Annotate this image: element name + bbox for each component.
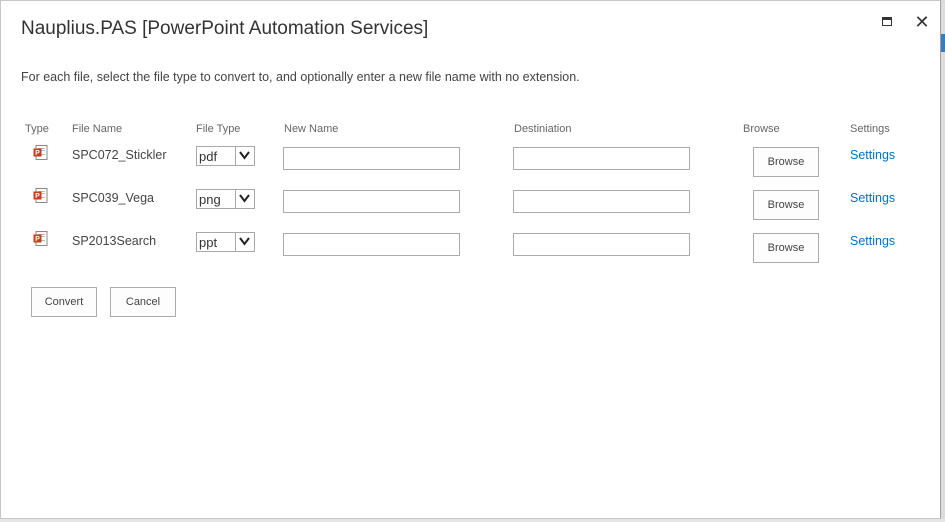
destination-input[interactable] — [513, 190, 690, 213]
browse-button[interactable]: Browse — [753, 233, 819, 263]
conversion-dialog: Nauplius.PAS [PowerPoint Automation Serv… — [0, 0, 941, 519]
header-browse: Browse — [743, 123, 780, 135]
cancel-button[interactable]: Cancel — [110, 287, 176, 317]
header-file-name: File Name — [72, 123, 123, 135]
destination-input[interactable] — [513, 147, 690, 170]
instructions-text: For each file, select the file type to c… — [21, 70, 580, 84]
header-settings: Settings — [850, 123, 890, 135]
settings-link[interactable]: Settings — [850, 191, 895, 205]
table-row: P SP2013Search ppt Browse Settings — [1, 231, 942, 267]
destination-input[interactable] — [513, 233, 690, 256]
chevron-down-icon[interactable] — [235, 190, 254, 208]
new-name-input[interactable] — [283, 147, 460, 170]
file-type-value: pdf — [199, 149, 218, 164]
file-type-select[interactable]: pdf — [196, 146, 255, 166]
browse-button[interactable]: Browse — [753, 147, 819, 177]
svg-text:P: P — [35, 193, 40, 200]
file-type-select[interactable]: ppt — [196, 232, 255, 252]
header-type: Type — [25, 123, 49, 135]
maximize-icon[interactable] — [879, 13, 897, 31]
file-type-value: ppt — [199, 235, 218, 250]
file-name: SPC072_Stickler — [72, 148, 167, 162]
settings-link[interactable]: Settings — [850, 148, 895, 162]
table-row: P SPC072_Stickler pdf Browse Settings — [1, 145, 942, 181]
background-window-edge — [941, 0, 945, 522]
close-icon[interactable]: ✕ — [913, 13, 931, 31]
powerpoint-file-icon: P — [33, 188, 48, 203]
chevron-down-icon[interactable] — [235, 233, 254, 251]
file-name: SP2013Search — [72, 234, 157, 248]
powerpoint-file-icon: P — [33, 145, 48, 160]
svg-text:P: P — [35, 150, 40, 157]
powerpoint-file-icon: P — [33, 231, 48, 246]
svg-text:P: P — [35, 236, 40, 243]
file-name: SPC039_Vega — [72, 191, 155, 205]
dialog-title: Nauplius.PAS [PowerPoint Automation Serv… — [21, 18, 429, 39]
chevron-down-icon[interactable] — [235, 147, 254, 165]
file-type-select[interactable]: png — [196, 189, 255, 209]
header-new-name: New Name — [284, 123, 339, 135]
convert-button[interactable]: Convert — [31, 287, 97, 317]
table-row: P SPC039_Vega png Browse Settings — [1, 188, 942, 224]
file-type-value: png — [199, 192, 221, 207]
header-destination: Destiniation — [514, 123, 572, 135]
header-file-type: File Type — [196, 123, 241, 135]
new-name-input[interactable] — [283, 190, 460, 213]
browse-button[interactable]: Browse — [753, 190, 819, 220]
new-name-input[interactable] — [283, 233, 460, 256]
settings-link[interactable]: Settings — [850, 234, 895, 248]
